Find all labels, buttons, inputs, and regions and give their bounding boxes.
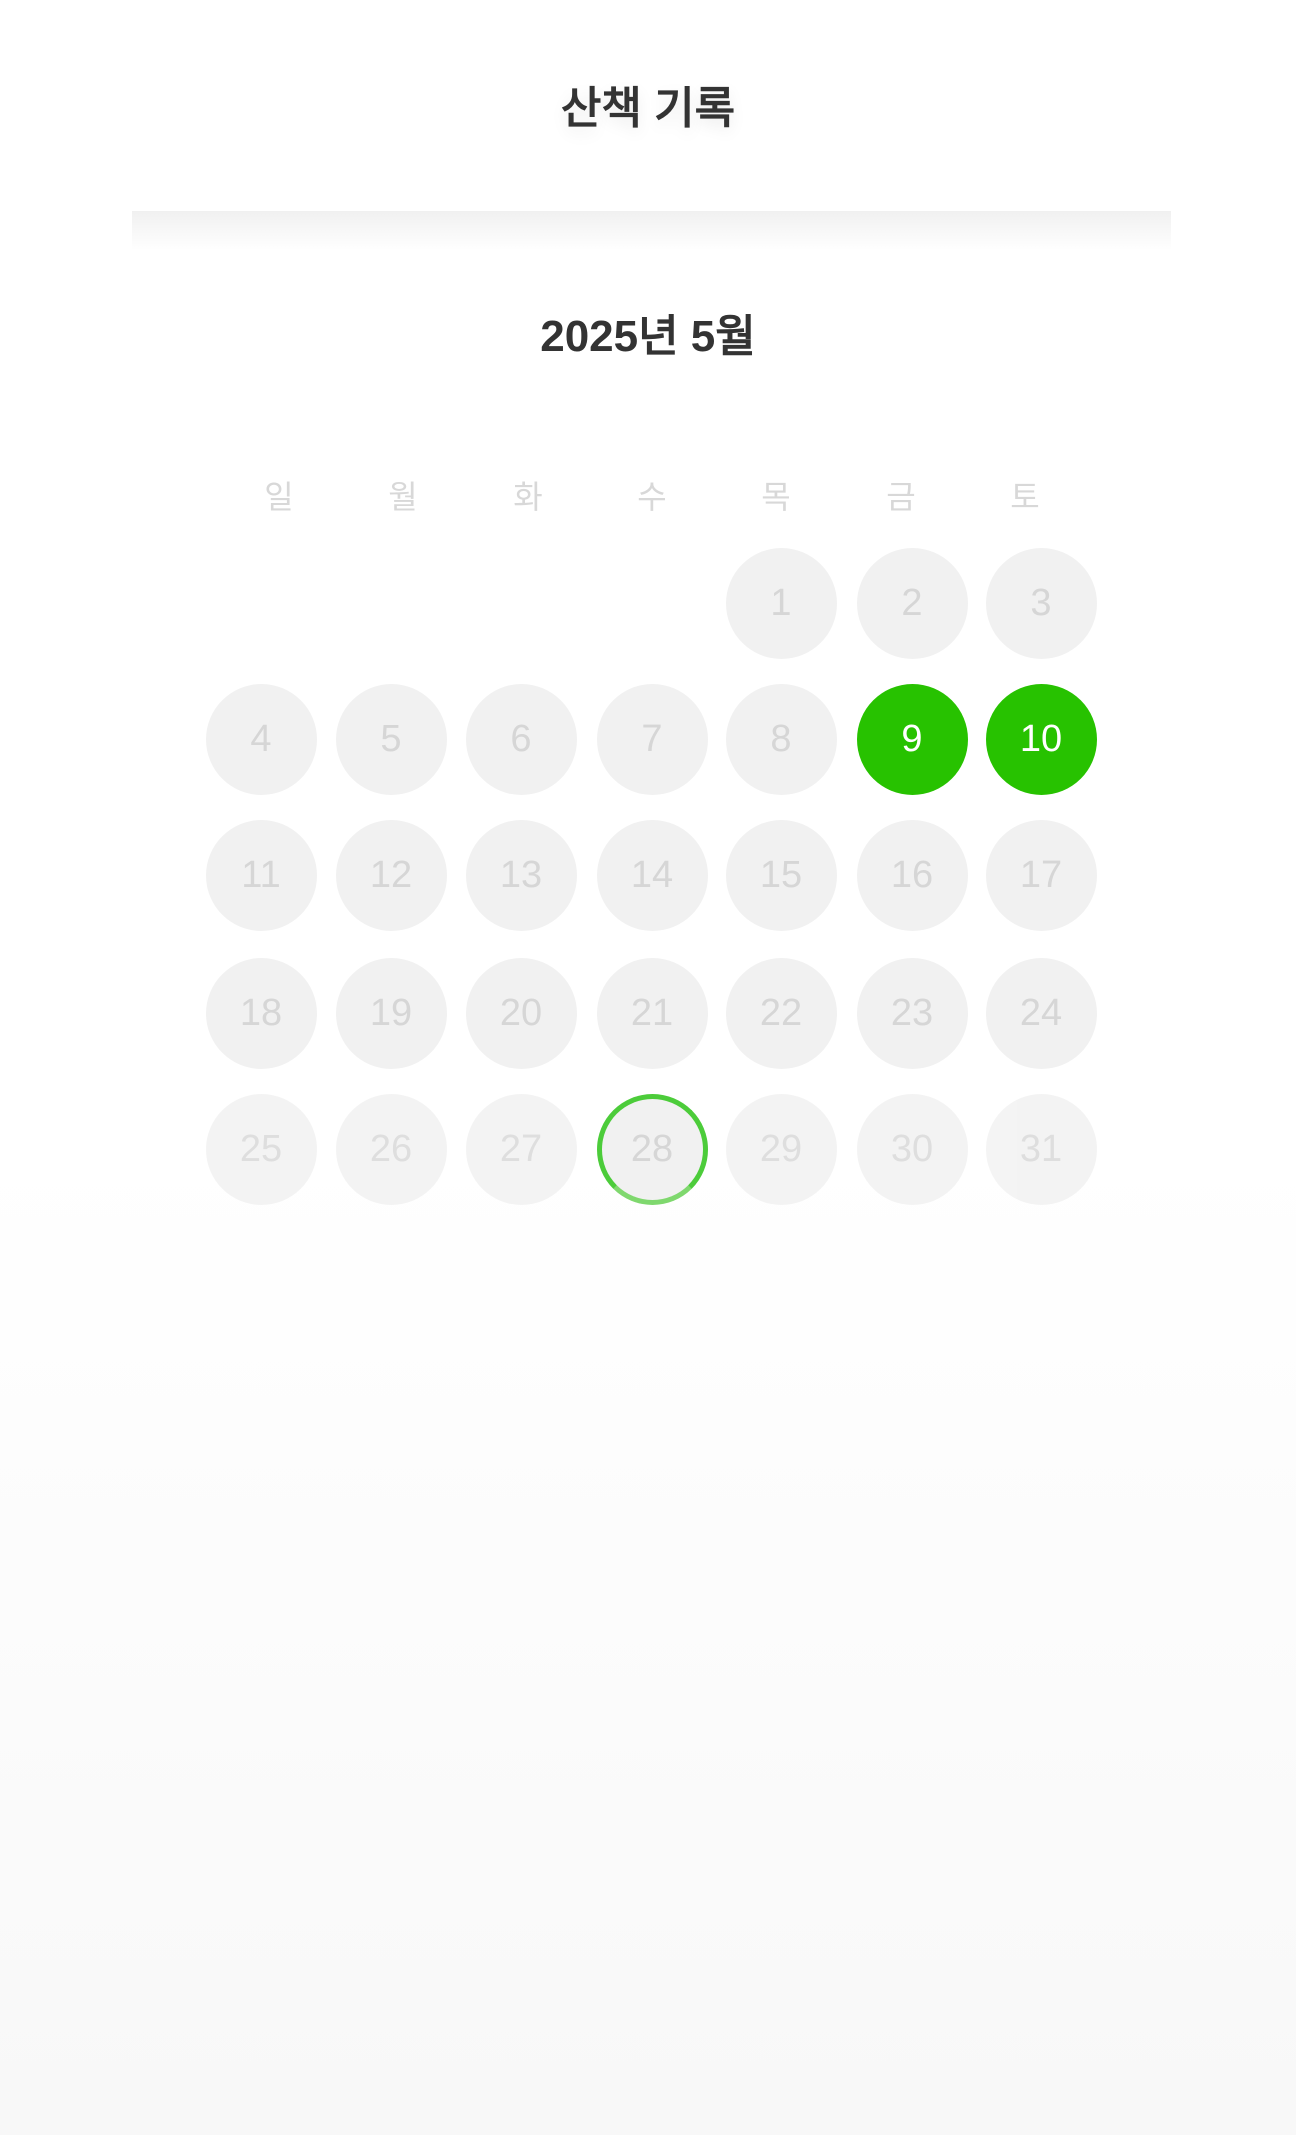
day-cell[interactable]: 6: [465, 683, 577, 795]
day-cell[interactable]: 9: [856, 683, 968, 795]
day-cell[interactable]: 4: [205, 683, 317, 795]
day-cell[interactable]: 3: [985, 547, 1097, 659]
day-cell[interactable]: 15: [725, 819, 837, 931]
day-cell[interactable]: 30: [856, 1093, 968, 1205]
weekday-label: 목: [761, 479, 791, 515]
weekday-label: 토: [1010, 479, 1040, 515]
weekday-label: 수: [637, 479, 667, 515]
day-cell[interactable]: 23: [856, 957, 968, 1069]
day-cell[interactable]: 5: [335, 683, 447, 795]
day-cell[interactable]: 24: [985, 957, 1097, 1069]
weekday-label: 월: [388, 479, 418, 515]
day-cell[interactable]: 11: [205, 819, 317, 931]
weekday-label: 일: [264, 479, 294, 515]
weekday-label: 화: [513, 479, 543, 515]
page-title: 산책 기록: [560, 84, 736, 133]
day-cell[interactable]: 12: [335, 819, 447, 931]
day-cell-today[interactable]: 28: [596, 1093, 708, 1205]
day-cell[interactable]: 8: [725, 683, 837, 795]
day-cell[interactable]: 22: [725, 957, 837, 1069]
month-label: 2025년 5월: [540, 312, 756, 361]
day-cell[interactable]: 26: [335, 1093, 447, 1205]
day-cell[interactable]: 18: [205, 957, 317, 1069]
header-divider: [132, 211, 1171, 251]
day-cell[interactable]: 1: [725, 547, 837, 659]
day-cell[interactable]: 7: [596, 683, 708, 795]
day-cell[interactable]: 21: [596, 957, 708, 1069]
weekday-label: 금: [886, 479, 916, 515]
day-cell[interactable]: 10: [985, 683, 1097, 795]
day-cell[interactable]: 17: [985, 819, 1097, 931]
day-cell[interactable]: 2: [856, 547, 968, 659]
day-cell[interactable]: 25: [205, 1093, 317, 1205]
day-cell[interactable]: 19: [335, 957, 447, 1069]
day-cell[interactable]: 27: [465, 1093, 577, 1205]
day-cell[interactable]: 31: [985, 1093, 1097, 1205]
day-cell[interactable]: 16: [856, 819, 968, 931]
day-cell[interactable]: 20: [465, 957, 577, 1069]
day-cell[interactable]: 29: [725, 1093, 837, 1205]
day-cell[interactable]: 14: [596, 819, 708, 931]
day-cell[interactable]: 13: [465, 819, 577, 931]
